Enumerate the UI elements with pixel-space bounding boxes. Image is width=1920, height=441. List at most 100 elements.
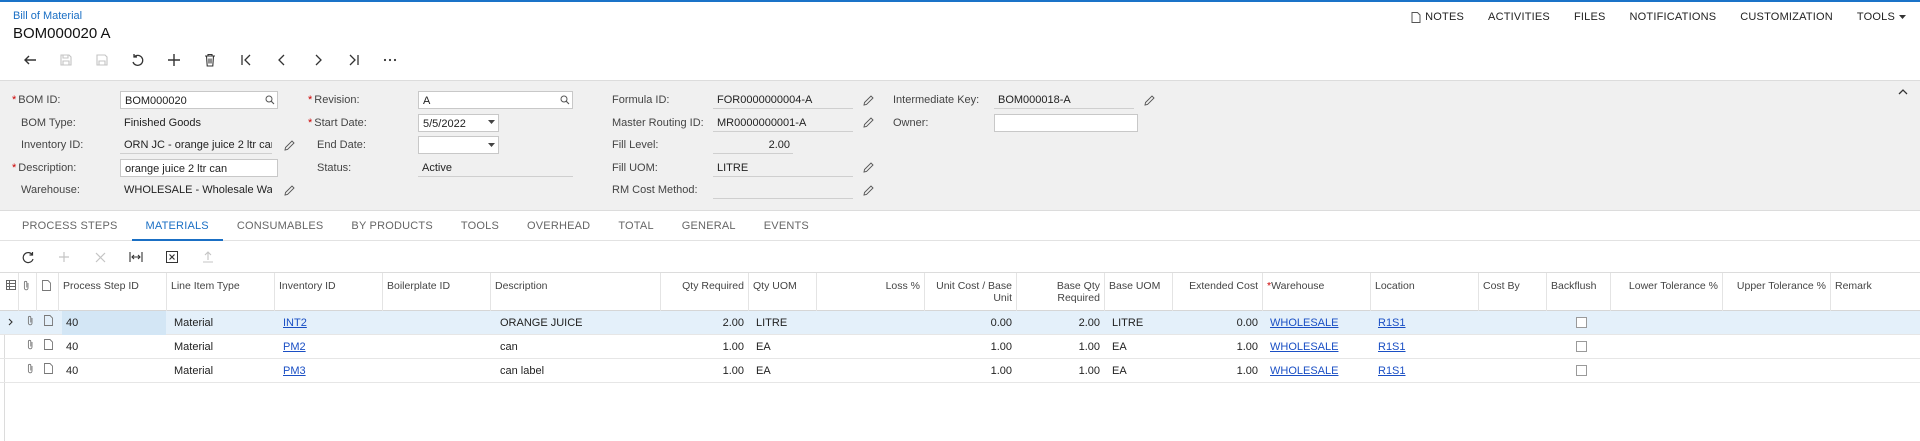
inventory-id-link[interactable]: INT2 (279, 311, 379, 335)
col-inventory-id[interactable]: Inventory ID (274, 273, 382, 311)
row-expand-chevron-icon[interactable] (6, 311, 20, 335)
intermediate-key-field[interactable]: BOM000018-A (994, 91, 1134, 110)
qty-required-cell[interactable]: 1.00 (660, 335, 748, 359)
qty-uom-cell[interactable]: EA (752, 359, 816, 383)
attachment-icon[interactable] (24, 359, 40, 383)
col-description[interactable]: Description (490, 273, 660, 311)
extended-cost-cell[interactable]: 0.00 (1172, 311, 1262, 335)
chevron-down-icon[interactable] (484, 116, 498, 130)
description-cell[interactable]: ORANGE JUICE (496, 311, 660, 335)
edit-pencil-icon[interactable] (282, 183, 296, 197)
line-item-type-cell[interactable]: Material (170, 335, 274, 359)
col-remark[interactable]: Remark (1830, 273, 1920, 311)
tab-process-steps[interactable]: PROCESS STEPS (0, 211, 132, 241)
fit-columns-button[interactable] (118, 246, 154, 268)
last-button[interactable] (336, 49, 372, 71)
refresh-button[interactable] (10, 246, 46, 268)
revision-field[interactable]: A (418, 91, 573, 110)
col-line-item-type[interactable]: Line Item Type (166, 273, 274, 311)
attachment-icon[interactable] (24, 311, 40, 335)
tab-consumables[interactable]: CONSUMABLES (223, 211, 338, 241)
tools-menu[interactable]: TOOLS (1857, 11, 1906, 23)
tab-overhead[interactable]: OVERHEAD (513, 211, 604, 241)
unit-cost-cell[interactable]: 1.00 (924, 359, 1016, 383)
save-button[interactable] (48, 49, 84, 71)
col-qty-required[interactable]: Qty Required (660, 273, 748, 311)
export-excel-button[interactable] (154, 246, 190, 268)
qty-required-cell[interactable]: 2.00 (660, 311, 748, 335)
fill-uom-field[interactable]: LITRE (713, 159, 853, 177)
activities-menu[interactable]: ACTIVITIES (1488, 11, 1550, 23)
extended-cost-cell[interactable]: 1.00 (1172, 359, 1262, 383)
tab-tools[interactable]: TOOLS (447, 211, 513, 241)
cost-by-cell[interactable] (1482, 311, 1546, 335)
backflush-checkbox[interactable] (1572, 311, 1602, 335)
customization-menu[interactable]: CUSTOMIZATION (1740, 11, 1833, 23)
base-qty-cell[interactable]: 1.00 (1016, 335, 1104, 359)
tab-materials[interactable]: MATERIALS (131, 211, 223, 241)
upload-button[interactable] (190, 246, 226, 268)
col-process-step-id[interactable]: Process Step ID (58, 273, 166, 311)
col-unit-cost[interactable]: Unit Cost / Base Unit (924, 273, 1016, 311)
table-row[interactable]: 40 Material PM2 can 1.00 EA 1.00 1.00 EA… (0, 335, 1920, 359)
edit-pencil-icon[interactable] (861, 93, 875, 107)
edit-pencil-icon[interactable] (1142, 93, 1156, 107)
formula-id-field[interactable]: FOR0000000004-A (713, 91, 853, 110)
warehouse-field[interactable]: WHOLESALE - Wholesale Wa (120, 181, 272, 199)
qty-required-cell[interactable]: 1.00 (660, 359, 748, 383)
tab-total[interactable]: TOTAL (604, 211, 667, 241)
table-row[interactable]: 40 Material PM3 can label 1.00 EA 1.00 1… (0, 359, 1920, 383)
remark-cell[interactable] (1834, 335, 1920, 359)
note-icon[interactable] (42, 359, 58, 383)
cost-by-cell[interactable] (1482, 359, 1546, 383)
edit-pencil-icon[interactable] (861, 116, 875, 130)
collapse-chevron-up-icon[interactable] (1898, 86, 1908, 98)
note-icon[interactable] (42, 311, 58, 335)
boilerplate-cell[interactable] (386, 335, 486, 359)
save-close-button[interactable] (84, 49, 120, 71)
base-uom-cell[interactable]: EA (1108, 359, 1172, 383)
col-upper-tolerance[interactable]: Upper Tolerance % (1722, 273, 1830, 311)
add-button[interactable] (156, 49, 192, 71)
base-qty-cell[interactable]: 1.00 (1016, 359, 1104, 383)
warehouse-link[interactable]: WHOLESALE (1266, 311, 1370, 335)
boilerplate-cell[interactable] (386, 359, 486, 383)
backflush-checkbox[interactable] (1572, 335, 1602, 359)
edit-pencil-icon[interactable] (861, 183, 875, 197)
line-item-type-cell[interactable]: Material (170, 311, 274, 335)
description-cell[interactable]: can label (496, 359, 660, 383)
edit-pencil-icon[interactable] (282, 138, 296, 152)
location-link[interactable]: R1S1 (1374, 359, 1478, 383)
tab-events[interactable]: EVENTS (750, 211, 823, 241)
rm-cost-method-field[interactable] (713, 181, 853, 200)
back-button[interactable] (12, 49, 48, 71)
row-settings-icon[interactable] (4, 273, 18, 311)
base-uom-cell[interactable]: LITRE (1108, 311, 1172, 335)
delete-row-button[interactable] (82, 246, 118, 268)
warehouse-link[interactable]: WHOLESALE (1266, 335, 1370, 359)
col-qty-uom[interactable]: Qty UOM (748, 273, 816, 311)
col-loss[interactable]: Loss % (816, 273, 924, 311)
files-menu[interactable]: FILES (1574, 11, 1606, 23)
chevron-down-icon[interactable] (484, 138, 498, 152)
col-backflush[interactable]: Backflush (1546, 273, 1610, 311)
col-extended-cost[interactable]: Extended Cost (1172, 273, 1262, 311)
note-icon[interactable] (42, 335, 58, 359)
breadcrumb[interactable]: Bill of Material (13, 10, 82, 22)
previous-button[interactable] (264, 49, 300, 71)
description-field[interactable]: orange juice 2 ltr can (120, 158, 278, 177)
add-row-button[interactable] (46, 246, 82, 268)
qty-uom-cell[interactable]: LITRE (752, 311, 816, 335)
inventory-id-link[interactable]: PM2 (279, 335, 379, 359)
col-base-qty-required[interactable]: Base Qty Required (1016, 273, 1104, 311)
col-cost-by[interactable]: Cost By (1478, 273, 1546, 311)
warehouse-link[interactable]: WHOLESALE (1266, 359, 1370, 383)
fill-level-field[interactable]: 2.00 (713, 136, 793, 155)
master-routing-field[interactable]: MR0000000001-A (713, 114, 853, 132)
attachment-icon[interactable] (24, 335, 40, 359)
boilerplate-cell[interactable] (386, 311, 486, 335)
process-step-cell[interactable]: 40 (62, 311, 166, 335)
search-icon[interactable] (263, 93, 277, 107)
inventory-id-link[interactable]: PM3 (279, 359, 379, 383)
remark-cell[interactable] (1834, 359, 1920, 383)
